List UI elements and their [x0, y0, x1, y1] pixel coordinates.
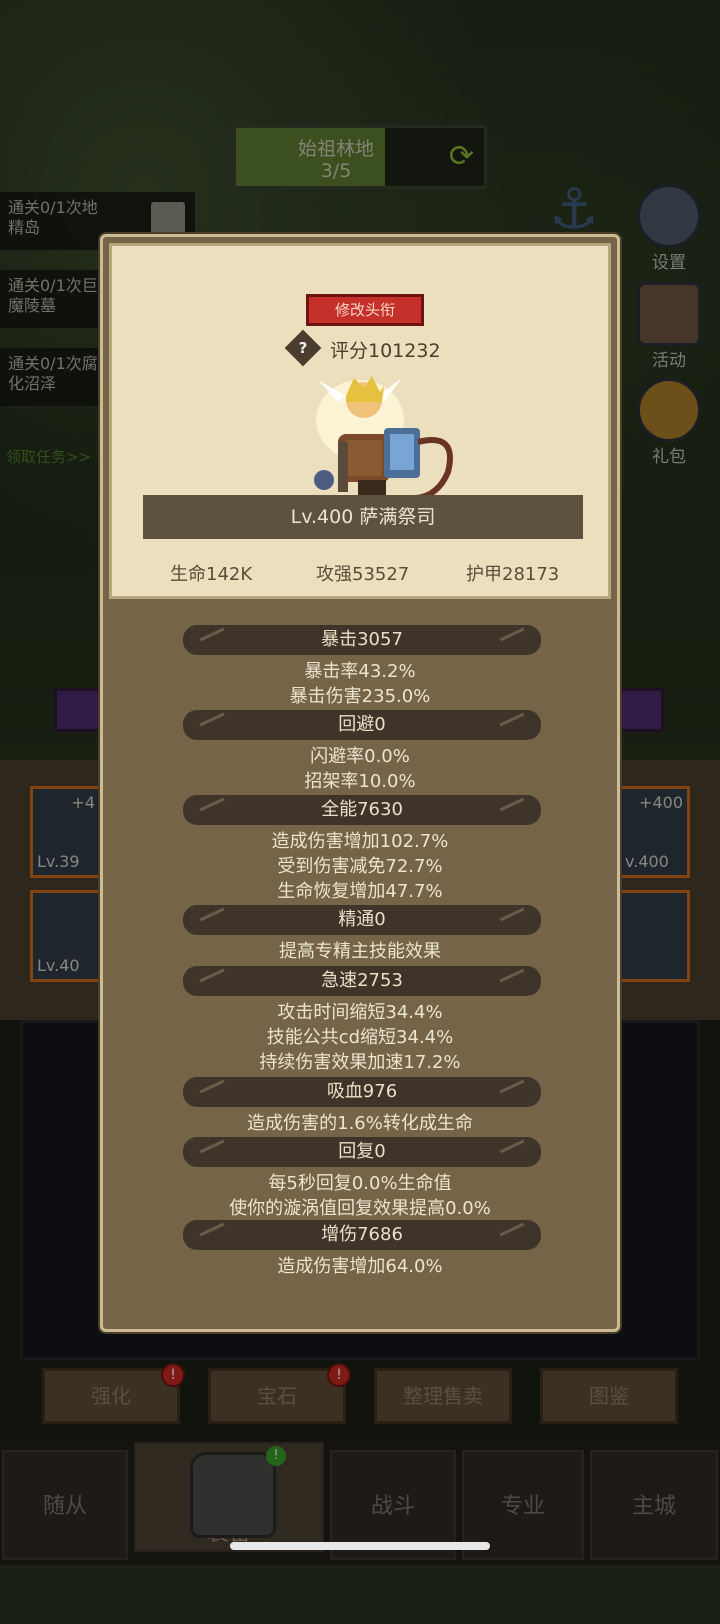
stat-line: 造成伤害增加102.7% [271, 831, 449, 852]
hp-stat: 生命142K [170, 564, 253, 585]
stat-line: 造成伤害的1.6%转化成生命 [247, 1113, 473, 1134]
stat-header-lifesteal: 吸血976 [183, 1077, 541, 1107]
character-card: 修改头衔 ? 评分101232 Lv.400 萨满祭司 生命142K 攻强535… [109, 243, 611, 599]
stat-line: 招架率10.0% [304, 771, 416, 792]
stat-line: 技能公共cd缩短34.4% [266, 1027, 454, 1048]
stat-header-avoidance: 回避0 [183, 710, 541, 740]
stat-line: 闪避率0.0% [310, 746, 410, 767]
stat-line: 持续伤害效果加速17.2% [259, 1052, 461, 1073]
stat-line: 造成伤害增加64.0% [277, 1256, 443, 1277]
stat-header-versatility: 全能7630 [183, 795, 541, 825]
hero-portrait [314, 376, 453, 501]
stat-line: 使你的漩涡值回复效果提高0.0% [229, 1198, 491, 1219]
score-text: 评分101232 [330, 340, 441, 362]
armor-stat: 护甲28173 [466, 564, 560, 585]
attack-power-stat: 攻强53527 [316, 564, 410, 585]
question-mark-icon[interactable]: ? [290, 335, 316, 361]
stat-header-haste: 急速2753 [183, 966, 541, 996]
stat-line: 受到伤害减免72.7% [277, 856, 443, 877]
stat-line: 攻击时间缩短34.4% [277, 1002, 443, 1023]
stat-header-crit: 暴击3057 [183, 625, 541, 655]
home-indicator[interactable] [230, 1542, 490, 1550]
hero-name-banner: Lv.400 萨满祭司 [143, 495, 583, 539]
stat-header-regen: 回复0 [183, 1137, 541, 1167]
stat-header-damage-bonus: 增伤7686 [183, 1220, 541, 1250]
stat-line: 提高专精主技能效果 [279, 941, 441, 962]
stat-line: 每5秒回复0.0%生命值 [268, 1173, 452, 1194]
stat-line: 生命恢复增加47.7% [277, 881, 443, 902]
stat-header-mastery: 精通0 [183, 905, 541, 935]
change-title-button[interactable]: 修改头衔 [306, 294, 424, 326]
character-info-panel: 修改头衔 ? 评分101232 Lv.400 萨满祭司 生命142K 攻强535… [100, 234, 620, 1332]
stat-line: 暴击率43.2% [304, 661, 416, 682]
stat-line: 暴击伤害235.0% [289, 686, 431, 707]
